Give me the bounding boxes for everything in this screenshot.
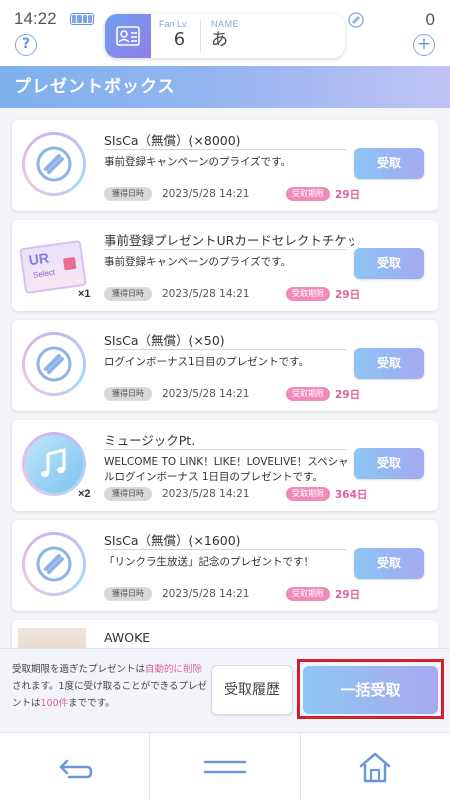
item-description: 「リンクラ生放送」記念のプレゼントです！ [104, 556, 314, 568]
item-description: WELCOME TO LINK！LIKE！LOVELIVE！スペシャルログインボ… [104, 456, 349, 483]
page-title: プレゼントボックス [14, 77, 176, 97]
notice-part: 受取期限を過ぎたプレゼントは [12, 664, 146, 675]
receive-button[interactable]: 受取 [354, 248, 424, 279]
sisca-icon [18, 128, 94, 204]
acquired-badge: 獲得日時 [104, 487, 152, 501]
item-description: 事前登録キャンペーンのプライズです。 [104, 156, 292, 168]
acquired-badge: 獲得日時 [104, 587, 152, 601]
receive-button[interactable]: 受取 [354, 548, 424, 579]
sisca-icon [18, 528, 94, 604]
acquired-date: 2023/5/28 14:21 [162, 188, 250, 200]
deadline-badge: 受取期限 [286, 187, 330, 201]
add-currency-button[interactable]: + [413, 34, 435, 56]
home-icon [360, 752, 391, 783]
notice-part: までです。 [68, 698, 115, 709]
battery-icon [70, 13, 94, 25]
days-remaining: 364日 [335, 488, 368, 501]
item-title: AWOKE [104, 630, 151, 645]
deadline-badge: 受取期限 [286, 587, 330, 601]
item-quantity: ×1 [78, 288, 91, 300]
back-icon [59, 759, 92, 779]
name-value: あ [211, 30, 228, 50]
present-item: ×2 ミュージックPt. WELCOME TO LINK！LIKE！LOVELI… [12, 420, 438, 511]
divider [104, 549, 346, 550]
sisca-icon [18, 328, 94, 404]
acquired-badge: 獲得日時 [104, 187, 152, 201]
profile-card-icon [105, 14, 151, 58]
fan-level-value: 6 [173, 29, 186, 50]
history-button[interactable]: 受取履歴 [211, 665, 293, 715]
acquired-date: 2023/5/28 14:21 [162, 288, 250, 300]
acquired-date: 2023/5/28 14:21 [162, 588, 250, 600]
divider [104, 149, 346, 150]
bulk-receive-button[interactable]: 一括受取 [303, 666, 438, 714]
fan-level-label: Fan Lv. [159, 19, 189, 29]
top-bar: 14:22 ? Fan Lv. 6 NAME あ 0 + [0, 0, 450, 66]
item-description: ログインボーナス1日目のプレゼントです。 [104, 356, 310, 368]
item-meta: 獲得日時 2023/5/28 14:21 受取期限 364日 [104, 487, 367, 501]
present-item: SIsCa（無償）(×1600) 「リンクラ生放送」記念のプレゼントです！ 獲得… [12, 520, 438, 611]
ticket-ur-text: UR [27, 249, 50, 269]
card-photo [18, 628, 86, 648]
item-title: ミュージックPt. [104, 433, 196, 448]
days-remaining: 29日 [335, 388, 361, 401]
name-block: NAME あ [201, 19, 239, 53]
footer-panel: 受取期限を過ぎたプレゼントは自動的に削除されます。1度に受け取ることができるプレ… [0, 648, 450, 728]
currency-count: 0 [425, 10, 435, 29]
days-remaining: 29日 [335, 288, 361, 301]
receive-button[interactable]: 受取 [354, 448, 424, 479]
item-description: 事前登録キャンペーンのプライズです。 [104, 256, 292, 268]
clock: 14:22 [14, 9, 57, 28]
sisca-currency-icon [348, 12, 364, 28]
deadline-badge: 受取期限 [286, 387, 330, 401]
notice-highlight: 100件 [40, 698, 69, 709]
receive-button[interactable]: 受取 [354, 148, 424, 179]
help-button[interactable]: ? [15, 34, 37, 56]
present-item: UR Select ×1 事前登録プレゼントURカードセレクトチケット 事前登録… [12, 220, 438, 311]
days-remaining: 29日 [335, 188, 361, 201]
present-item: SIsCa（無償）(×50) ログインボーナス1日目のプレゼントです。 獲得日時… [12, 320, 438, 411]
acquired-badge: 獲得日時 [104, 387, 152, 401]
item-meta: 獲得日時 2023/5/28 14:21 受取期限 29日 [104, 187, 360, 201]
divider [104, 349, 346, 350]
acquired-date: 2023/5/28 14:21 [162, 488, 250, 500]
item-meta: 獲得日時 2023/5/28 14:21 受取期限 29日 [104, 287, 360, 301]
fan-level-block: Fan Lv. 6 [151, 19, 201, 53]
acquired-badge: 獲得日時 [104, 287, 152, 301]
item-title: 事前登録プレゼントURカードセレクトチケット [104, 233, 354, 248]
menu-button[interactable] [149, 733, 299, 800]
bottom-nav [0, 732, 450, 800]
present-list[interactable]: SIsCa（無償）(×8000) 事前登録キャンペーンのプライズです。 獲得日時… [0, 108, 450, 648]
menu-icon [203, 760, 247, 774]
days-remaining: 29日 [335, 588, 361, 601]
notice-highlight: 自動的に削除 [145, 664, 203, 675]
present-item: AWOKE [12, 620, 438, 648]
item-meta: 獲得日時 2023/5/28 14:21 受取期限 29日 [104, 587, 360, 601]
item-meta: 獲得日時 2023/5/28 14:21 受取期限 29日 [104, 387, 360, 401]
item-title: SIsCa（無償）(×50) [104, 333, 225, 348]
title-bar: プレゼントボックス [0, 66, 450, 108]
item-title: SIsCa（無償）(×1600) [104, 533, 241, 548]
deadline-badge: 受取期限 [286, 487, 330, 501]
home-button[interactable] [299, 733, 450, 800]
ur-ticket-icon: UR Select ×1 [18, 228, 94, 304]
receive-button[interactable]: 受取 [354, 348, 424, 379]
divider [104, 449, 346, 450]
notice-text: 受取期限を過ぎたプレゼントは自動的に削除されます。1度に受け取ることができるプレ… [12, 661, 208, 712]
ticket-select-text: Select [32, 267, 56, 280]
divider [104, 249, 346, 250]
present-item: SIsCa（無償）(×8000) 事前登録キャンペーンのプライズです。 獲得日時… [12, 120, 438, 211]
acquired-date: 2023/5/28 14:21 [162, 388, 250, 400]
profile-card[interactable]: Fan Lv. 6 NAME あ [105, 14, 345, 58]
music-note-icon: ×2 [18, 428, 94, 504]
item-title: SIsCa（無償）(×8000) [104, 133, 241, 148]
name-label: NAME [211, 19, 240, 29]
item-quantity: ×2 [78, 488, 91, 500]
deadline-badge: 受取期限 [286, 287, 330, 301]
back-button[interactable] [0, 733, 149, 800]
